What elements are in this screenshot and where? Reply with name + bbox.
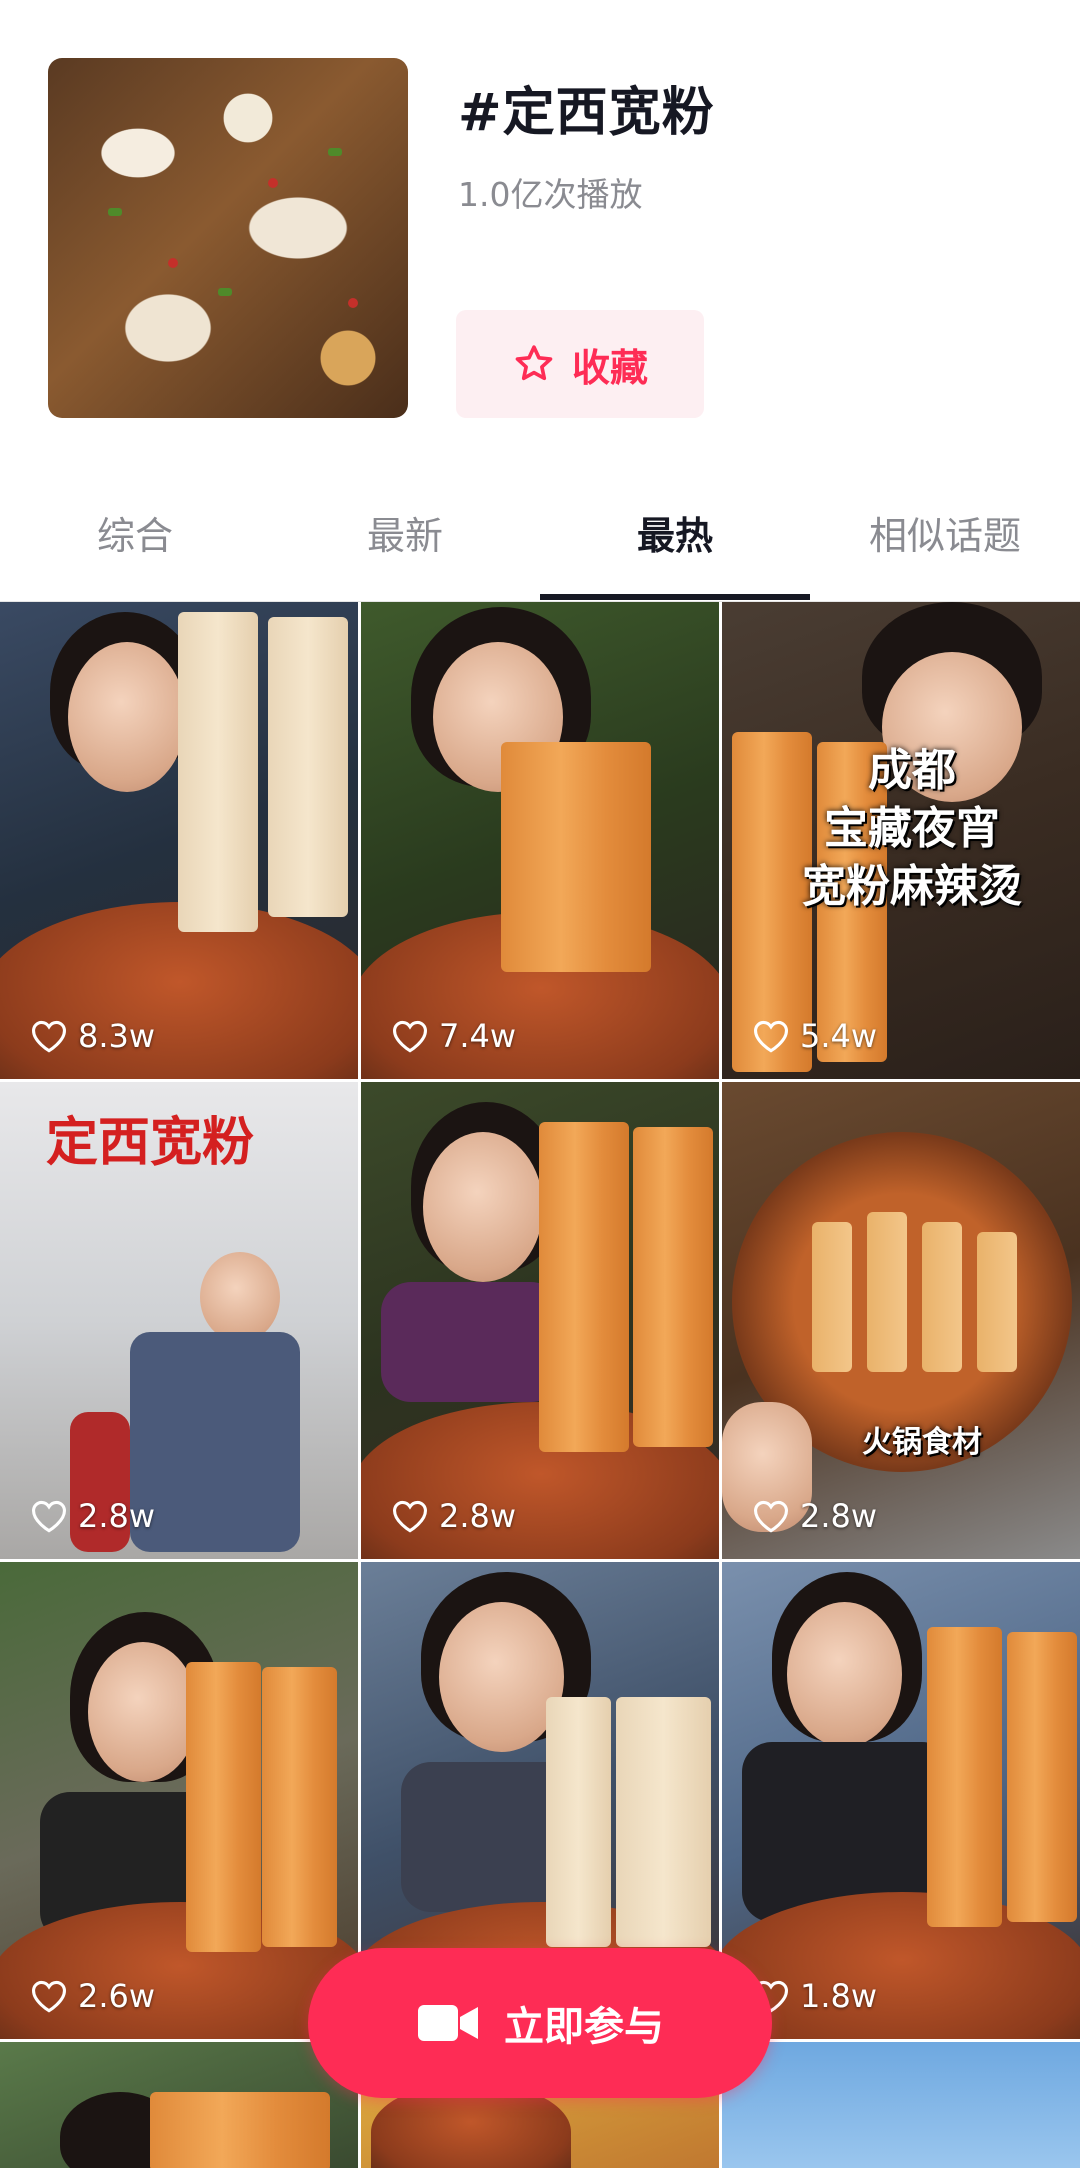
video-camera-icon	[418, 2005, 478, 2041]
video-card[interactable]: 成都 宝藏夜宵 宽粉麻辣烫 5.4w	[722, 602, 1080, 1079]
video-overlay-text: 火锅食材	[862, 1425, 982, 1460]
heart-icon	[392, 1500, 428, 1533]
heart-icon	[392, 1020, 428, 1053]
tab-hottest[interactable]: 最热	[540, 490, 810, 590]
topic-title: #定西宽粉	[458, 83, 715, 143]
heart-icon	[31, 1980, 67, 2013]
likes-counter: 8.3w	[30, 1017, 155, 1055]
star-icon	[515, 345, 553, 381]
video-card[interactable]	[0, 2042, 358, 2168]
join-now-label: 立即参与	[504, 2004, 664, 2050]
topic-play-count: 1.0亿次播放	[458, 175, 643, 214]
video-card[interactable]: 1.8w	[722, 1562, 1080, 2039]
likes-count: 7.4w	[439, 1017, 517, 1055]
likes-count: 2.8w	[78, 1497, 156, 1535]
likes-counter: 2.8w	[752, 1497, 877, 1535]
video-card[interactable]: 8.3w	[0, 602, 358, 1079]
video-card[interactable]	[722, 2042, 1080, 2168]
favorite-label: 收藏	[571, 345, 648, 390]
likes-count: 2.8w	[800, 1497, 878, 1535]
video-overlay-text: 成都 宝藏夜宵 宽粉麻辣烫	[802, 745, 1022, 912]
heart-icon	[753, 1500, 789, 1533]
video-overlay-text: 定西宽粉	[46, 1112, 255, 1173]
video-card[interactable]: 2.8w	[361, 1082, 719, 1559]
video-card[interactable]: 火锅食材 2.8w	[722, 1082, 1080, 1559]
video-card[interactable]: 定西宽粉 2.8w	[0, 1082, 358, 1559]
likes-counter: 7.4w	[391, 1017, 516, 1055]
likes-counter: 2.8w	[30, 1497, 155, 1535]
likes-count: 1.8w	[800, 1977, 878, 2015]
heart-icon	[753, 1020, 789, 1053]
likes-counter: 2.6w	[30, 1977, 155, 2015]
likes-counter: 2.8w	[391, 1497, 516, 1535]
tab-bar: 综合 最新 最热 相似话题	[0, 490, 1080, 600]
favorite-button[interactable]: 收藏	[456, 310, 704, 418]
likes-count: 5.4w	[800, 1017, 878, 1055]
tab-similar-topics[interactable]: 相似话题	[810, 490, 1080, 590]
likes-counter: 5.4w	[752, 1017, 877, 1055]
active-tab-indicator	[540, 594, 810, 600]
join-now-button[interactable]: 立即参与	[308, 1948, 772, 2098]
likes-count: 8.3w	[78, 1017, 156, 1055]
heart-icon	[31, 1020, 67, 1053]
likes-count: 2.6w	[78, 1977, 156, 2015]
tab-comprehensive[interactable]: 综合	[0, 490, 270, 590]
topic-cover-image[interactable]	[48, 58, 408, 418]
video-card[interactable]: 2.6w	[0, 1562, 358, 2039]
heart-icon	[31, 1500, 67, 1533]
topic-header: #定西宽粉 1.0亿次播放 收藏	[0, 0, 1080, 470]
tab-latest[interactable]: 最新	[270, 490, 540, 590]
video-card[interactable]: 7.4w	[361, 602, 719, 1079]
likes-count: 2.8w	[439, 1497, 517, 1535]
